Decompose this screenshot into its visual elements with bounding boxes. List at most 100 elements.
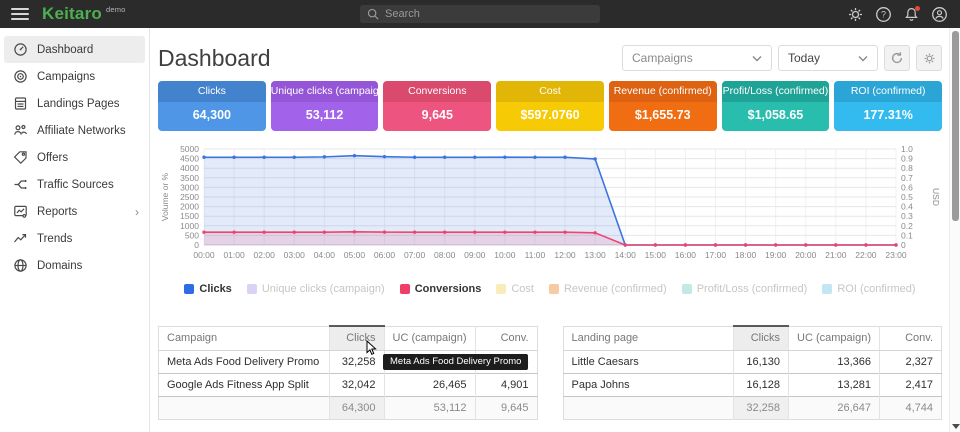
global-search[interactable]	[360, 5, 600, 23]
svg-text:0.2: 0.2	[901, 221, 913, 231]
refresh-button[interactable]	[884, 45, 910, 71]
svg-text:22:00: 22:00	[855, 250, 877, 260]
stat-card: ROI (confirmed)177.31%	[834, 81, 942, 131]
svg-text:0.1: 0.1	[901, 230, 913, 240]
menu-toggle-icon[interactable]	[11, 8, 29, 20]
page-title: Dashboard	[158, 45, 271, 72]
svg-text:10:00: 10:00	[494, 250, 516, 260]
stat-card: Clicks64,300	[158, 81, 266, 131]
date-range-select[interactable]: Today	[778, 45, 878, 71]
legend-item[interactable]: Conversions	[400, 283, 482, 295]
svg-text:0.8: 0.8	[901, 163, 913, 173]
stat-card-label: ROI (confirmed)	[834, 81, 942, 102]
table-cell[interactable]: Little Caesars	[563, 350, 734, 373]
scroll-down-arrow[interactable]	[952, 424, 960, 429]
table-totals-row: 64,30053,1129,645	[159, 396, 538, 419]
svg-text:0: 0	[194, 240, 199, 250]
column-header[interactable]: Conv.	[475, 326, 537, 350]
traffic-chart: 0500100015002000250030003500400045005000…	[158, 143, 942, 271]
svg-text:4500: 4500	[180, 154, 199, 164]
notifications-bell-icon[interactable]	[903, 6, 920, 23]
search-icon	[367, 8, 379, 20]
table-cell[interactable]: Papa Johns	[563, 373, 734, 396]
column-header[interactable]: Clicks	[734, 326, 789, 350]
svg-text:16:00: 16:00	[675, 250, 697, 260]
logo-demo-badge: demo	[106, 5, 126, 14]
table-totals-row: 32,25826,6474,744	[563, 396, 942, 419]
sidebar-item-label: Offers	[37, 152, 139, 164]
stat-card-label: Unique clicks (campaign)	[271, 81, 379, 102]
dashboard-icon	[13, 42, 28, 57]
dashboard-settings-button[interactable]	[916, 45, 942, 71]
svg-text:0.5: 0.5	[901, 192, 913, 202]
chevron-right-icon: ›	[135, 205, 139, 219]
column-header[interactable]: Clicks	[329, 326, 384, 350]
svg-text:11:00: 11:00	[525, 250, 546, 260]
sidebar-item-reports[interactable]: Reports›	[4, 198, 145, 225]
settings-icon[interactable]	[847, 6, 864, 23]
legend-item[interactable]: Unique clicks (campaign)	[247, 283, 385, 295]
table-cell: 16,130	[734, 350, 789, 373]
logo-text: Keitaro	[42, 4, 102, 24]
summary-tables: CampaignClicksUC (campaign)Conv.Meta Ads…	[158, 325, 942, 420]
svg-text:1.0: 1.0	[901, 144, 913, 154]
sidebar-item-campaigns[interactable]: Campaigns	[4, 63, 145, 90]
column-header[interactable]: Conv.	[880, 326, 942, 350]
sidebar-item-offers[interactable]: Offers	[4, 144, 145, 171]
sidebar-item-landings-pages[interactable]: Landings Pages	[4, 90, 145, 117]
column-header[interactable]: Landing page	[563, 326, 734, 350]
table-row[interactable]: Google Ads Fitness App Split32,04226,465…	[159, 373, 538, 396]
totals-cell	[159, 396, 330, 419]
landing-pages-table: Landing pageClicksUC (campaign)Conv.Litt…	[563, 325, 943, 420]
svg-text:?: ?	[881, 9, 886, 19]
svg-text:15:00: 15:00	[645, 250, 667, 260]
sidebar-item-affiliate-networks[interactable]: Affiliate Networks	[4, 117, 145, 144]
sidebar-item-traffic-sources[interactable]: Traffic Sources	[4, 171, 145, 198]
svg-text:19:00: 19:00	[765, 250, 787, 260]
legend-item[interactable]: Profit/Loss (confirmed)	[682, 283, 808, 295]
stat-card-value: 9,645	[383, 102, 491, 131]
legend-item[interactable]: Clicks	[184, 283, 231, 295]
svg-text:USD: USD	[931, 188, 941, 206]
svg-text:04:00: 04:00	[314, 250, 336, 260]
search-input[interactable]	[385, 8, 593, 20]
campaigns-icon	[13, 69, 28, 84]
notification-dot	[915, 6, 920, 11]
legend-swatch	[247, 284, 257, 294]
svg-text:03:00: 03:00	[284, 250, 306, 260]
sidebar-item-trends[interactable]: Trends	[4, 225, 145, 252]
legend-item[interactable]: Cost	[496, 283, 534, 295]
account-icon[interactable]	[931, 6, 948, 23]
svg-text:13:00: 13:00	[584, 250, 606, 260]
help-icon[interactable]: ?	[875, 6, 892, 23]
stat-card: Unique clicks (campaign)53,112	[271, 81, 379, 131]
legend-label: Revenue (confirmed)	[564, 283, 667, 295]
traffic-chart-container: 0500100015002000250030003500400045005000…	[158, 143, 942, 276]
table-row[interactable]: Papa Johns16,12813,2812,417	[563, 373, 942, 396]
table-cell[interactable]: Google Ads Fitness App Split	[159, 373, 330, 396]
column-header[interactable]: UC (campaign)	[384, 326, 475, 350]
svg-text:5000: 5000	[180, 144, 199, 154]
table-cell[interactable]: Meta Ads Food Delivery Promo	[159, 350, 330, 373]
table-header-row: CampaignClicksUC (campaign)Conv.	[159, 326, 538, 350]
sidebar-item-dashboard[interactable]: Dashboard	[4, 36, 145, 63]
svg-text:0.9: 0.9	[901, 154, 913, 164]
legend-item[interactable]: Revenue (confirmed)	[549, 283, 667, 295]
table-cell: 13,281	[789, 373, 880, 396]
totals-cell: 26,647	[789, 396, 880, 419]
column-header[interactable]: UC (campaign)	[789, 326, 880, 350]
chart-legend: Clicks Unique clicks (campaign) Conversion…	[158, 283, 942, 295]
scrollbar-thumb[interactable]	[952, 31, 959, 221]
sidebar-item-domains[interactable]: Domains	[4, 252, 145, 279]
app-logo[interactable]: Keitaro demo	[42, 4, 126, 24]
table-row[interactable]: Little Caesars16,13013,3662,327	[563, 350, 942, 373]
legend-item[interactable]: ROI (confirmed)	[822, 283, 915, 295]
campaign-filter-select[interactable]: Campaigns	[622, 45, 772, 71]
column-header[interactable]: Campaign	[159, 326, 330, 350]
trends-icon	[13, 231, 28, 246]
stat-card-label: Conversions	[383, 81, 491, 102]
sidebar: DashboardCampaignsLandings PagesAffiliat…	[0, 28, 150, 432]
svg-text:0.6: 0.6	[901, 182, 913, 192]
table-cell: 13,366	[789, 350, 880, 373]
svg-text:00:00: 00:00	[193, 250, 215, 260]
